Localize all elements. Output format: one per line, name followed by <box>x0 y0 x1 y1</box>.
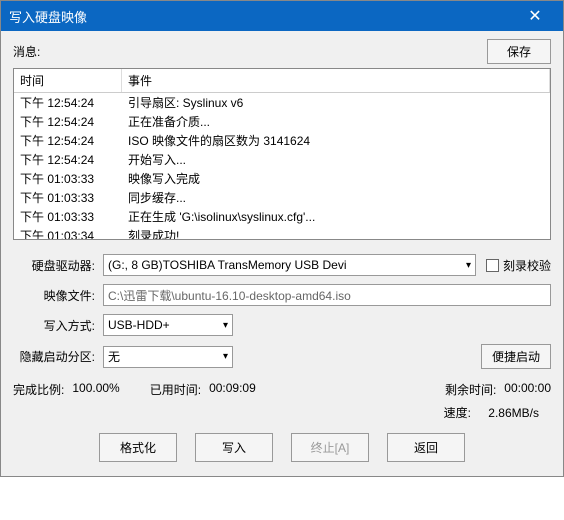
log-row[interactable]: 下午 01:03:33映像写入完成 <box>14 169 550 188</box>
col-event-header[interactable]: 事件 <box>122 69 550 92</box>
log-header: 时间 事件 <box>14 69 550 93</box>
log-time: 下午 01:03:33 <box>14 170 122 187</box>
dropdown-arrow-icon: ▾ <box>466 260 471 271</box>
image-label: 映像文件: <box>13 287 103 304</box>
log-event: 刻录成功! <box>122 227 550 240</box>
checkbox-icon <box>486 259 499 272</box>
col-time-header[interactable]: 时间 <box>14 69 122 92</box>
speed-row: 速度: 2.86MB/s <box>13 404 539 421</box>
dialog-window: 写入硬盘映像 ✕ 消息: 保存 时间 事件 下午 12:54:24引导扇区: S… <box>0 0 564 477</box>
log-time: 下午 12:54:24 <box>14 151 122 168</box>
drive-value: (G:, 8 GB)TOSHIBA TransMemory USB Devi <box>108 258 347 272</box>
format-button[interactable]: 格式化 <box>99 433 177 462</box>
log-row[interactable]: 下午 01:03:33正在生成 'G:\isolinux\syslinux.cf… <box>14 207 550 226</box>
log-time: 下午 12:54:24 <box>14 113 122 130</box>
log-time: 下午 01:03:34 <box>14 227 122 240</box>
done-value: 100.00% <box>72 381 119 398</box>
verify-checkbox[interactable]: 刻录校验 <box>486 257 551 274</box>
remain-value: 00:00:00 <box>504 381 551 398</box>
write-method-select[interactable]: USB-HDD+ ▾ <box>103 314 233 336</box>
write-button[interactable]: 写入 <box>195 433 273 462</box>
write-method-label: 写入方式: <box>13 317 103 334</box>
log-event: 正在生成 'G:\isolinux\syslinux.cfg'... <box>122 208 550 225</box>
back-button[interactable]: 返回 <box>387 433 465 462</box>
log-time: 下午 01:03:33 <box>14 189 122 206</box>
log-event: 映像写入完成 <box>122 170 550 187</box>
log-event: 正在准备介质... <box>122 113 550 130</box>
content-area: 消息: 保存 时间 事件 下午 12:54:24引导扇区: Syslinux v… <box>1 31 563 476</box>
verify-label: 刻录校验 <box>503 257 551 274</box>
log-time: 下午 12:54:24 <box>14 132 122 149</box>
log-event: ISO 映像文件的扇区数为 3141624 <box>122 132 550 149</box>
log-row[interactable]: 下午 12:54:24ISO 映像文件的扇区数为 3141624 <box>14 131 550 150</box>
elapsed-value: 00:09:09 <box>209 381 256 398</box>
window-title: 写入硬盘映像 <box>9 7 515 26</box>
quick-boot-button[interactable]: 便捷启动 <box>481 344 551 369</box>
speed-label: 速度: <box>444 406 471 420</box>
button-row: 格式化 写入 终止[A] 返回 <box>13 433 551 462</box>
abort-button: 终止[A] <box>291 433 369 462</box>
log-time: 下午 12:54:24 <box>14 94 122 111</box>
hide-partition-label: 隐藏启动分区: <box>13 348 103 365</box>
log-row[interactable]: 下午 12:54:24引导扇区: Syslinux v6 <box>14 93 550 112</box>
remain-label: 剩余时间: <box>445 381 496 398</box>
close-icon[interactable]: ✕ <box>515 1 555 31</box>
status-row: 完成比例: 100.00% 已用时间: 00:09:09 剩余时间: 00:00… <box>13 381 551 398</box>
image-path-field[interactable]: C:\迅雷下载\ubuntu-16.10-desktop-amd64.iso <box>103 284 551 306</box>
log-event: 开始写入... <box>122 151 550 168</box>
save-button[interactable]: 保存 <box>487 39 551 64</box>
log-time: 下午 01:03:33 <box>14 208 122 225</box>
hide-partition-select[interactable]: 无 ▾ <box>103 346 233 368</box>
log-row[interactable]: 下午 01:03:33同步缓存... <box>14 188 550 207</box>
image-path-value: C:\迅雷下载\ubuntu-16.10-desktop-amd64.iso <box>108 287 351 304</box>
message-label: 消息: <box>13 43 487 60</box>
titlebar: 写入硬盘映像 ✕ <box>1 1 563 31</box>
log-row[interactable]: 下午 12:54:24正在准备介质... <box>14 112 550 131</box>
hide-partition-value: 无 <box>108 348 120 365</box>
elapsed-label: 已用时间: <box>150 381 201 398</box>
dropdown-arrow-icon: ▾ <box>223 351 228 362</box>
speed-value: 2.86MB/s <box>488 406 539 420</box>
write-method-value: USB-HDD+ <box>108 318 170 332</box>
log-row[interactable]: 下午 01:03:34刻录成功! <box>14 226 550 240</box>
log-listview[interactable]: 时间 事件 下午 12:54:24引导扇区: Syslinux v6下午 12:… <box>13 68 551 240</box>
log-event: 引导扇区: Syslinux v6 <box>122 94 550 111</box>
log-row[interactable]: 下午 12:54:24开始写入... <box>14 150 550 169</box>
drive-select[interactable]: (G:, 8 GB)TOSHIBA TransMemory USB Devi ▾ <box>103 254 476 276</box>
drive-label: 硬盘驱动器: <box>13 257 103 274</box>
log-event: 同步缓存... <box>122 189 550 206</box>
dropdown-arrow-icon: ▾ <box>223 320 228 331</box>
done-label: 完成比例: <box>13 381 64 398</box>
